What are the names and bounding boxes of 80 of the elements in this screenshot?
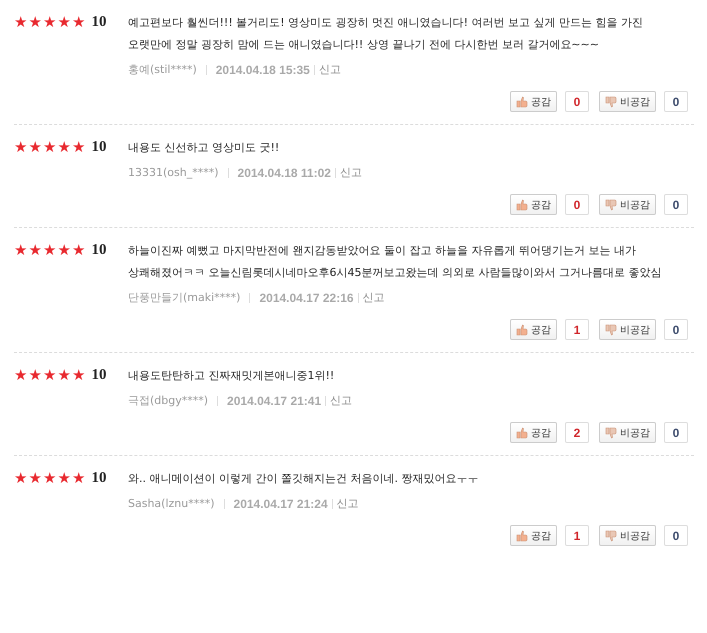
like-count: 2 [565,422,589,443]
star-icon: ★ [58,14,72,30]
author-name: Sasha(lznu****) [128,497,215,510]
thumbs-up-icon [516,426,528,438]
star-icon: ★ [43,242,58,258]
rating-score: 10 [92,470,106,486]
dislike-button[interactable]: 비공감 [599,422,656,443]
rating-score: 10 [92,367,106,383]
star-icon: ★ [28,242,43,258]
thumbs-up-icon [516,530,528,542]
review-date: 2014.04.18 11:02 [238,166,331,180]
rating-score: 10 [92,139,106,155]
dislike-button[interactable]: 비공감 [599,319,656,340]
star-icon: ★ [43,139,58,155]
like-button[interactable]: 공감 [510,194,557,215]
star-icon: ★ [28,14,43,30]
star-icon: ★ [14,367,28,383]
star-icon: ★ [72,14,86,30]
dislike-count: 0 [664,319,688,340]
report-link[interactable]: 신고 [336,496,359,511]
star-icon: ★ [58,470,72,486]
star-icon: ★ [28,139,43,155]
dislike-button[interactable]: 비공감 [599,91,656,112]
like-count: 1 [565,319,589,340]
thumbs-down-icon [605,324,617,336]
star-icon: ★ [43,14,58,30]
star-icon: ★ [43,367,58,383]
star-icon: ★ [58,242,72,258]
author-name: 단풍만들기(maki****) [128,290,240,305]
review-text: 와.. 애니메이션이 이렇게 간이 쫄깃해지는건 처음이네. 짱재밌어요ㅜㅜ [128,471,480,487]
star-icon: ★ [72,470,86,486]
review-date: 2014.04.17 21:24 [234,496,328,510]
report-link[interactable]: 신고 [340,165,362,180]
like-count: 0 [565,194,589,215]
like-button[interactable]: 공감 [510,91,557,112]
review-text: 예고편보다 훨씬더!!! 볼거리도! 영상미도 굉장히 멋진 애니였습니다! 여러번 보고 싶게 만드는 힘을 가진 오랫만에 정말 굉장히 맘에 드는 애니였습니다!! 상영 끝나기 전에 다시한번 보러 갈거에요~~~ [128,15,644,53]
star-icon: ★ [28,367,43,383]
star-icon: ★ [14,242,28,258]
author-name: 극접(dbgy****) [128,393,208,408]
like-button[interactable]: 공감 [510,525,557,546]
thumbs-down-icon [605,96,617,108]
review-text: 내용도탄탄하고 진짜재밋게본애니중1위!! [128,368,336,384]
review-date: 2014.04.17 22:16 [259,290,354,304]
dislike-count: 0 [664,194,688,215]
author-name: 홍예(stil****) [128,62,197,77]
star-icon: ★ [72,139,86,155]
star-icon: ★ [58,367,72,383]
star-icon: ★ [14,14,28,30]
like-count: 0 [565,91,589,112]
dislike-button[interactable]: 비공감 [599,194,656,215]
report-link[interactable]: 신고 [362,290,385,305]
dislike-button[interactable]: 비공감 [599,525,656,546]
thumbs-up-icon [516,198,528,210]
review-date: 2014.04.18 15:35 [216,62,310,76]
report-link[interactable]: 신고 [318,62,341,77]
thumbs-down-icon [605,426,617,438]
star-icon: ★ [72,242,86,258]
review-text: 하늘이진짜 예뻤고 마지막반전에 왠지감동받았어요 둘이 잡고 하늘을 자유롭게 뛰어댕기는거 보는 내가 상쾌해졌어ㅋㅋ 오늘신림롯데시네마오후6시45분꺼보고왔는데 의외로 사람들많이와서 그거나름대로 좋았심 [128,243,662,281]
star-icon: ★ [43,470,58,486]
star-icon: ★ [28,470,43,486]
star-icon: ★ [58,139,72,155]
author-name: 13331(osh_****) [128,166,219,179]
thumbs-up-icon [516,96,528,108]
review-text: 내용도 신선하고 영상미도 굿!! [128,140,280,156]
rating-score: 10 [92,242,106,258]
dislike-count: 0 [664,422,688,443]
thumbs-down-icon [605,530,617,542]
dislike-count: 0 [664,91,688,112]
like-count: 1 [565,525,589,546]
rating-score: 10 [92,14,106,30]
report-link[interactable]: 신고 [330,393,352,408]
review-date: 2014.04.17 21:41 [227,394,322,408]
thumbs-down-icon [605,198,617,210]
star-icon: ★ [14,139,28,155]
star-icon: ★ [72,367,86,383]
star-icon: ★ [14,470,28,486]
like-button[interactable]: 공감 [510,319,557,340]
thumbs-up-icon [516,324,528,336]
dislike-count: 0 [664,525,688,546]
like-button[interactable]: 공감 [510,422,557,443]
